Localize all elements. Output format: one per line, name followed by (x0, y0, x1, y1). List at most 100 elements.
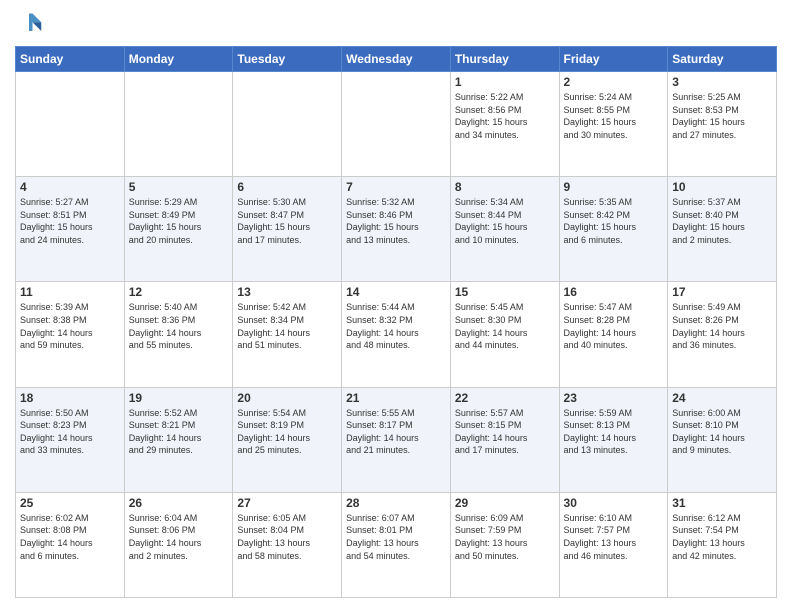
day-info: Sunrise: 5:30 AMSunset: 8:47 PMDaylight:… (237, 196, 337, 246)
day-info: Sunrise: 6:07 AMSunset: 8:01 PMDaylight:… (346, 512, 446, 562)
calendar-week-row: 18 Sunrise: 5:50 AMSunset: 8:23 PMDayligh… (16, 387, 777, 492)
logo-icon (15, 10, 43, 38)
day-number: 21 (346, 391, 446, 405)
day-info: Sunrise: 5:32 AMSunset: 8:46 PMDaylight:… (346, 196, 446, 246)
logo (15, 10, 47, 38)
day-number: 25 (20, 496, 120, 510)
day-number: 20 (237, 391, 337, 405)
calendar-day-cell: 6 Sunrise: 5:30 AMSunset: 8:47 PMDaylight… (233, 177, 342, 282)
day-number: 7 (346, 180, 446, 194)
calendar-day-cell: 2 Sunrise: 5:24 AMSunset: 8:55 PMDaylight… (559, 72, 668, 177)
day-number: 6 (237, 180, 337, 194)
calendar-day-cell: 21Sunrise: 5:55 AMSunset: 8:17 PMDayligh… (342, 387, 451, 492)
day-number: 9 (564, 180, 664, 194)
calendar-day-cell: 12 Sunrise: 5:40 AMSunset: 8:36 PMDayligh… (124, 282, 233, 387)
calendar-day-cell (342, 72, 451, 177)
day-number: 26 (129, 496, 229, 510)
day-info: Sunrise: 5:49 AMSunset: 8:26 PMDaylight:… (672, 301, 772, 351)
calendar-week-row: 11 Sunrise: 5:39 AMSunset: 8:38 PMDayligh… (16, 282, 777, 387)
calendar-week-row: 4 Sunrise: 5:27 AMSunset: 8:51 PMDaylight… (16, 177, 777, 282)
day-info: Sunrise: 6:04 AMSunset: 8:06 PMDaylight:… (129, 512, 229, 562)
calendar-day-cell (233, 72, 342, 177)
day-info: Sunrise: 5:50 AMSunset: 8:23 PMDaylight:… (20, 407, 120, 457)
day-info: Sunrise: 5:47 AMSunset: 8:28 PMDaylight:… (564, 301, 664, 351)
calendar-day-cell: 26 Sunrise: 6:04 AMSunset: 8:06 PMDayligh… (124, 492, 233, 597)
day-info: Sunrise: 5:25 AMSunset: 8:53 PMDaylight:… (672, 91, 772, 141)
day-number: 10 (672, 180, 772, 194)
day-info: Sunrise: 6:12 AMSunset: 7:54 PMDaylight:… (672, 512, 772, 562)
day-number: 11 (20, 285, 120, 299)
day-number: 23 (564, 391, 664, 405)
weekday-header: Wednesday (342, 47, 451, 72)
day-info: Sunrise: 5:24 AMSunset: 8:55 PMDaylight:… (564, 91, 664, 141)
day-number: 28 (346, 496, 446, 510)
weekday-header: Saturday (668, 47, 777, 72)
calendar-day-cell: 20 Sunrise: 5:54 AMSunset: 8:19 PMDayligh… (233, 387, 342, 492)
day-number: 14 (346, 285, 446, 299)
calendar-day-cell: 30 Sunrise: 6:10 AMSunset: 7:57 PMDayligh… (559, 492, 668, 597)
weekday-header: Friday (559, 47, 668, 72)
weekday-header: Thursday (450, 47, 559, 72)
calendar-day-cell: 15Sunrise: 5:45 AMSunset: 8:30 PMDayligh… (450, 282, 559, 387)
header (15, 10, 777, 38)
day-number: 16 (564, 285, 664, 299)
calendar-day-cell: 8Sunrise: 5:34 AMSunset: 8:44 PMDaylight… (450, 177, 559, 282)
calendar-day-cell: 18 Sunrise: 5:50 AMSunset: 8:23 PMDayligh… (16, 387, 125, 492)
day-number: 13 (237, 285, 337, 299)
day-number: 5 (129, 180, 229, 194)
calendar-day-cell: 5Sunrise: 5:29 AMSunset: 8:49 PMDaylight… (124, 177, 233, 282)
calendar-day-cell: 22 Sunrise: 5:57 AMSunset: 8:15 PMDayligh… (450, 387, 559, 492)
calendar-day-cell: 7 Sunrise: 5:32 AMSunset: 8:46 PMDaylight… (342, 177, 451, 282)
day-number: 18 (20, 391, 120, 405)
calendar-day-cell: 23 Sunrise: 5:59 AMSunset: 8:13 PMDayligh… (559, 387, 668, 492)
page: SundayMondayTuesdayWednesdayThursdayFrid… (0, 0, 792, 612)
day-number: 15 (455, 285, 555, 299)
weekday-header: Sunday (16, 47, 125, 72)
calendar-day-cell: 10 Sunrise: 5:37 AMSunset: 8:40 PMDayligh… (668, 177, 777, 282)
day-info: Sunrise: 5:52 AMSunset: 8:21 PMDaylight:… (129, 407, 229, 457)
day-number: 31 (672, 496, 772, 510)
calendar-day-cell: 16 Sunrise: 5:47 AMSunset: 8:28 PMDayligh… (559, 282, 668, 387)
calendar-table: SundayMondayTuesdayWednesdayThursdayFrid… (15, 46, 777, 598)
weekday-header: Tuesday (233, 47, 342, 72)
day-number: 22 (455, 391, 555, 405)
day-info: Sunrise: 5:37 AMSunset: 8:40 PMDaylight:… (672, 196, 772, 246)
calendar-day-cell: 1 Sunrise: 5:22 AMSunset: 8:56 PMDaylight… (450, 72, 559, 177)
day-info: Sunrise: 5:27 AMSunset: 8:51 PMDaylight:… (20, 196, 120, 246)
day-number: 2 (564, 75, 664, 89)
day-info: Sunrise: 5:40 AMSunset: 8:36 PMDaylight:… (129, 301, 229, 351)
day-info: Sunrise: 5:22 AMSunset: 8:56 PMDaylight:… (455, 91, 555, 141)
day-info: Sunrise: 6:02 AMSunset: 8:08 PMDaylight:… (20, 512, 120, 562)
day-number: 1 (455, 75, 555, 89)
day-number: 30 (564, 496, 664, 510)
day-info: Sunrise: 6:10 AMSunset: 7:57 PMDaylight:… (564, 512, 664, 562)
calendar-day-cell: 17Sunrise: 5:49 AMSunset: 8:26 PMDayligh… (668, 282, 777, 387)
calendar-day-cell: 11 Sunrise: 5:39 AMSunset: 8:38 PMDayligh… (16, 282, 125, 387)
day-number: 12 (129, 285, 229, 299)
day-number: 3 (672, 75, 772, 89)
day-info: Sunrise: 5:39 AMSunset: 8:38 PMDaylight:… (20, 301, 120, 351)
calendar-day-cell: 4 Sunrise: 5:27 AMSunset: 8:51 PMDaylight… (16, 177, 125, 282)
day-info: Sunrise: 6:05 AMSunset: 8:04 PMDaylight:… (237, 512, 337, 562)
calendar-header-row: SundayMondayTuesdayWednesdayThursdayFrid… (16, 47, 777, 72)
weekday-header: Monday (124, 47, 233, 72)
calendar-day-cell (16, 72, 125, 177)
calendar-day-cell: 9Sunrise: 5:35 AMSunset: 8:42 PMDaylight… (559, 177, 668, 282)
calendar-day-cell: 13Sunrise: 5:42 AMSunset: 8:34 PMDayligh… (233, 282, 342, 387)
day-info: Sunrise: 6:00 AMSunset: 8:10 PMDaylight:… (672, 407, 772, 457)
day-number: 4 (20, 180, 120, 194)
day-info: Sunrise: 5:57 AMSunset: 8:15 PMDaylight:… (455, 407, 555, 457)
day-info: Sunrise: 5:34 AMSunset: 8:44 PMDaylight:… (455, 196, 555, 246)
calendar-day-cell: 25 Sunrise: 6:02 AMSunset: 8:08 PMDayligh… (16, 492, 125, 597)
calendar-day-cell: 29Sunrise: 6:09 AMSunset: 7:59 PMDayligh… (450, 492, 559, 597)
day-number: 27 (237, 496, 337, 510)
day-info: Sunrise: 5:54 AMSunset: 8:19 PMDaylight:… (237, 407, 337, 457)
calendar-day-cell: 27 Sunrise: 6:05 AMSunset: 8:04 PMDayligh… (233, 492, 342, 597)
day-info: Sunrise: 5:44 AMSunset: 8:32 PMDaylight:… (346, 301, 446, 351)
calendar-day-cell: 31 Sunrise: 6:12 AMSunset: 7:54 PMDayligh… (668, 492, 777, 597)
day-info: Sunrise: 5:59 AMSunset: 8:13 PMDaylight:… (564, 407, 664, 457)
day-number: 24 (672, 391, 772, 405)
calendar-day-cell (124, 72, 233, 177)
calendar-week-row: 25 Sunrise: 6:02 AMSunset: 8:08 PMDayligh… (16, 492, 777, 597)
day-number: 19 (129, 391, 229, 405)
